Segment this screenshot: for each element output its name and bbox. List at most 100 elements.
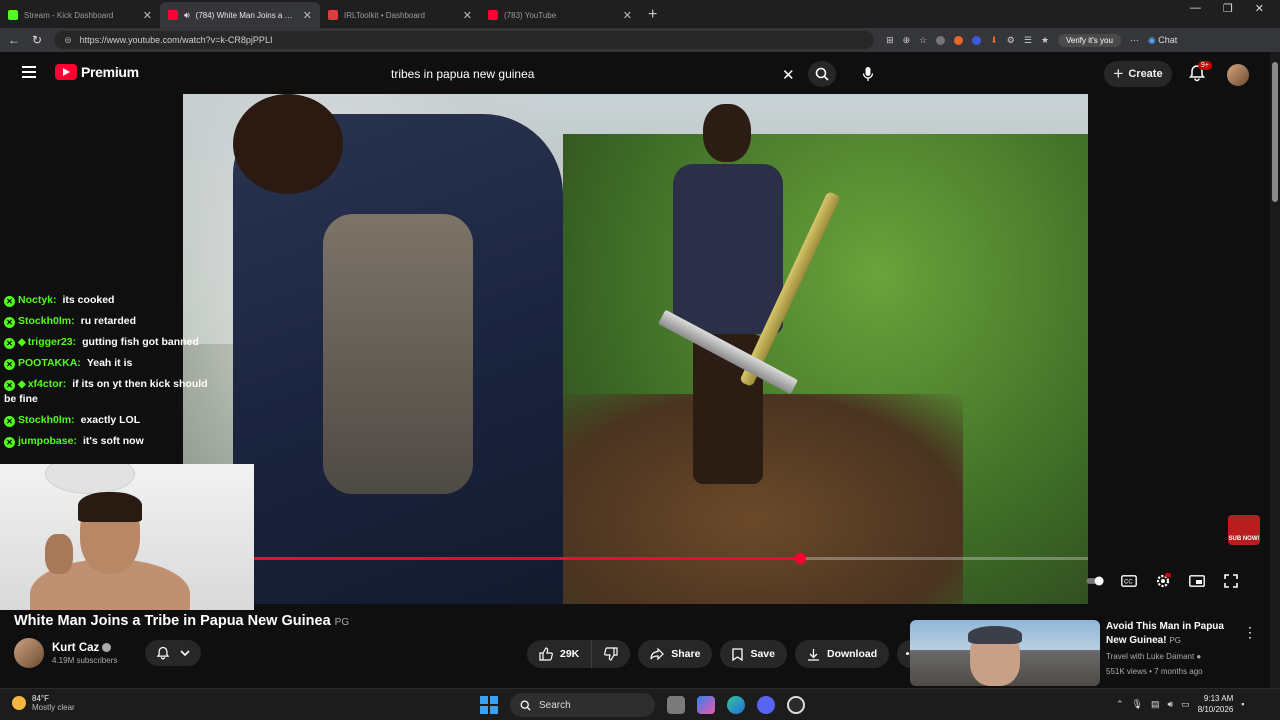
settings-gear-icon[interactable] — [1154, 572, 1172, 590]
back-arrow-icon[interactable]: ← — [8, 33, 20, 47]
chat-message: ✕ POOTAKKA: Yeah it is — [0, 353, 210, 374]
edge-browser-icon[interactable] — [727, 696, 745, 714]
dislike-button[interactable] — [592, 640, 631, 668]
speaker-icon[interactable]: 🔊︎ — [184, 10, 190, 21]
discord-icon[interactable] — [757, 696, 775, 714]
chat-text: gutting fish got banned — [82, 336, 199, 348]
download-button[interactable]: Download — [794, 640, 890, 668]
subscription-bell-button[interactable] — [145, 640, 201, 666]
chat-text: its cooked — [62, 294, 115, 306]
tab-title: (783) YouTube — [504, 10, 557, 20]
tab-title: Stream - Kick Dashboard — [24, 10, 114, 20]
recommended-title[interactable]: Avoid This Man in Papua New Guinea! — [1106, 621, 1224, 646]
new-tab-button[interactable]: + — [648, 6, 657, 24]
more-menu-icon[interactable]: ⋯ — [1130, 35, 1139, 46]
taskbar-search[interactable]: Search — [510, 693, 655, 717]
video-frame-man-foreground — [233, 94, 563, 604]
close-tab-icon[interactable]: ✕ — [463, 9, 472, 22]
video-title: White Man Joins a Tribe in Papua New Gui… — [14, 613, 349, 629]
zoom-icon[interactable]: ⊕ — [903, 35, 911, 46]
recommended-thumbnail[interactable] — [910, 620, 1100, 686]
tray-overflow-chevron-icon[interactable]: ⌃ — [1116, 699, 1124, 710]
more-vertical-icon[interactable]: ⋮ — [1243, 624, 1257, 641]
create-button[interactable]: + Create — [1104, 61, 1172, 87]
moderator-badge-icon: ✕ — [4, 317, 15, 328]
content-rating: PG — [334, 617, 350, 628]
hamburger-menu-icon[interactable] — [22, 66, 36, 78]
reload-icon[interactable]: ↻ — [32, 33, 42, 47]
close-window-icon[interactable]: ✕ — [1255, 2, 1264, 15]
like-button[interactable]: 29K — [527, 640, 593, 668]
obs-icon[interactable] — [787, 696, 805, 714]
miniplayer-icon[interactable] — [1188, 572, 1206, 590]
extension-orange-icon[interactable] — [954, 35, 964, 45]
profile-sync-icon[interactable]: ☰ — [1024, 35, 1032, 46]
account-avatar[interactable] — [1227, 64, 1249, 86]
browser-tab-irltoolkit[interactable]: IRLToolkit • Dashboard ✕ — [320, 2, 480, 28]
search-button[interactable] — [808, 61, 836, 87]
restore-icon[interactable]: ❐ — [1223, 2, 1233, 15]
close-tab-icon[interactable]: ✕ — [143, 9, 152, 22]
notification-center-icon[interactable]: ▪ — [1241, 699, 1244, 709]
subscriber-badge-icon: ◆ — [18, 379, 26, 390]
copilot-app-icon[interactable] — [697, 696, 715, 714]
youtube-header: Premium tribes in papua new guinea ✕ + C… — [0, 52, 1270, 94]
extension-shield-icon[interactable] — [936, 35, 946, 45]
scrollbar-thumb[interactable] — [1272, 62, 1278, 202]
save-button[interactable]: Save — [720, 640, 787, 668]
close-tab-icon[interactable]: ✕ — [623, 9, 632, 22]
clear-search-icon[interactable]: ✕ — [782, 66, 795, 84]
chat-message: ✕ jumpobase: it's soft now — [0, 431, 210, 452]
browser-tab-kick[interactable]: Stream - Kick Dashboard ✕ — [0, 2, 160, 28]
partly-cloudy-icon — [12, 696, 26, 710]
battery-icon[interactable]: ▭ — [1181, 699, 1190, 710]
moderator-badge-icon: ✕ — [4, 380, 15, 391]
file-explorer-icon[interactable] — [667, 696, 685, 714]
verify-profile-button[interactable]: Verify it's you — [1058, 33, 1121, 47]
windows-start-icon[interactable] — [480, 696, 498, 714]
extension-blue-icon[interactable] — [972, 35, 982, 45]
screenshot-icon[interactable]: ⊞ — [886, 35, 894, 46]
share-button[interactable]: Share — [638, 640, 713, 668]
site-info-icon[interactable]: ⊜ — [64, 35, 72, 46]
recommended-meta: 551K views • 7 months ago — [1106, 667, 1203, 676]
irltoolkit-favicon-icon — [328, 10, 338, 20]
like-dislike-group: 29K — [527, 640, 631, 668]
video-player[interactable] — [183, 94, 1088, 604]
channel-avatar[interactable] — [14, 638, 44, 668]
video-progress-bar[interactable] — [254, 553, 1088, 564]
channel-name[interactable]: Kurt Caz — [52, 642, 99, 654]
volume-icon[interactable]: 🔊︎ — [1168, 699, 1174, 710]
voice-search-button[interactable] — [856, 61, 880, 87]
recommended-channel[interactable]: Travel with Luke Damant — [1106, 652, 1194, 661]
download-icon[interactable]: ⬇ — [990, 35, 998, 46]
chat-text: Yeah it is — [86, 357, 133, 369]
search-input[interactable]: tribes in papua new guinea ✕ — [380, 61, 804, 87]
page-scrollbar[interactable] — [1270, 52, 1280, 692]
fullscreen-icon[interactable] — [1222, 572, 1240, 590]
copilot-chat-button[interactable]: ◉ Chat — [1148, 35, 1177, 46]
youtube-premium-logo[interactable]: Premium — [55, 64, 139, 80]
weather-widget[interactable]: 84°F Mostly clear — [12, 694, 75, 712]
close-tab-icon[interactable]: ✕ — [303, 9, 312, 22]
bookmark-star-icon[interactable]: ☆ — [919, 35, 927, 46]
autoplay-toggle[interactable] — [1086, 572, 1104, 590]
search-icon — [520, 700, 531, 711]
browser-tab-youtube[interactable]: (783) YouTube ✕ — [480, 2, 640, 28]
recommended-video[interactable]: Avoid This Man in Papua New Guinea! PG T… — [910, 618, 1260, 686]
share-label: Share — [671, 648, 701, 660]
copilot-icon: ◉ — [1147, 34, 1156, 45]
thumbs-down-icon — [604, 647, 618, 661]
recommended-rating: PG — [1169, 636, 1181, 645]
captions-icon[interactable]: CC — [1120, 572, 1138, 590]
extensions-puzzle-icon[interactable]: ⚙ — [1007, 35, 1015, 46]
favorites-icon[interactable]: ★ — [1041, 35, 1049, 46]
network-icon[interactable]: ▤ — [1151, 699, 1160, 710]
minimize-icon[interactable]: — — [1190, 2, 1201, 15]
microphone-tray-icon[interactable]: 🎙︎ — [1132, 699, 1143, 710]
channel-info[interactable]: Kurt Caz 4.19M subscribers — [14, 638, 117, 668]
subscribe-now-overlay[interactable]: SUB NOW! — [1228, 515, 1260, 545]
url-field[interactable]: ⊜ https://www.youtube.com/watch?v=k-CR8p… — [54, 31, 875, 49]
system-clock[interactable]: 9:13 AM 8/10/2026 — [1198, 693, 1234, 715]
browser-tab-youtube-video[interactable]: 🔊︎ (784) White Man Joins a Tribe ✕ — [160, 2, 320, 28]
